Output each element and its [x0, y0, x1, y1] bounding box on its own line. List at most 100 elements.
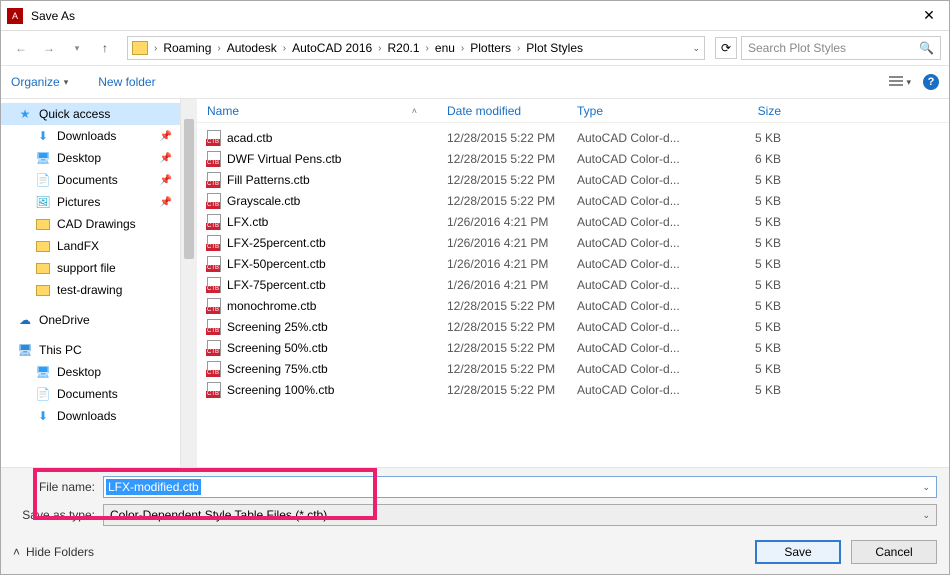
- pc-icon: 🖥: [17, 342, 33, 358]
- desktop-icon: 🖥: [35, 150, 51, 166]
- sidebar-item-documents-pc[interactable]: 📄Documents: [1, 383, 180, 405]
- search-input[interactable]: Search Plot Styles 🔍: [741, 36, 941, 60]
- file-name: acad.ctb: [227, 131, 272, 145]
- file-row[interactable]: Fill Patterns.ctb12/28/2015 5:22 PMAutoC…: [197, 169, 949, 190]
- ctb-file-icon: [207, 298, 221, 314]
- sidebar-item-downloads-pc[interactable]: ⬇Downloads: [1, 405, 180, 427]
- file-row[interactable]: acad.ctb12/28/2015 5:22 PMAutoCAD Color-…: [197, 127, 949, 148]
- file-row[interactable]: LFX.ctb1/26/2016 4:21 PMAutoCAD Color-d.…: [197, 211, 949, 232]
- cancel-button[interactable]: Cancel: [851, 540, 937, 564]
- refresh-button[interactable]: ⟳: [715, 37, 737, 59]
- file-size: 5 KB: [717, 131, 797, 145]
- file-date: 1/26/2016 4:21 PM: [447, 215, 577, 229]
- column-header-size[interactable]: Size: [717, 104, 797, 118]
- sidebar-scrollbar[interactable]: [181, 99, 197, 467]
- file-row[interactable]: Screening 100%.ctb12/28/2015 5:22 PMAuto…: [197, 379, 949, 400]
- save-button[interactable]: Save: [755, 540, 841, 564]
- file-size: 5 KB: [717, 341, 797, 355]
- save-type-select[interactable]: Color-Dependent Style Table Files (*.ctb…: [103, 504, 937, 526]
- recent-dropdown[interactable]: ▾: [65, 36, 89, 60]
- file-type: AutoCAD Color-d...: [577, 362, 717, 376]
- sidebar-item-pictures[interactable]: 🖼Pictures📌: [1, 191, 180, 213]
- sidebar-item-cad-drawings[interactable]: CAD Drawings: [1, 213, 180, 235]
- file-type: AutoCAD Color-d...: [577, 131, 717, 145]
- view-button[interactable]: ▾: [888, 75, 911, 89]
- breadcrumb-item[interactable]: Roaming: [163, 41, 211, 55]
- sidebar-item-support-file[interactable]: support file: [1, 257, 180, 279]
- address-dropdown-icon[interactable]: ⌄: [692, 43, 700, 54]
- navigation-sidebar: ★Quick access ⬇Downloads📌 🖥Desktop📌 📄Doc…: [1, 99, 181, 467]
- file-type: AutoCAD Color-d...: [577, 236, 717, 250]
- column-header-type[interactable]: Type: [577, 104, 717, 118]
- file-row[interactable]: LFX-75percent.ctb1/26/2016 4:21 PMAutoCA…: [197, 274, 949, 295]
- organize-button[interactable]: Organize▾: [11, 75, 68, 89]
- file-list: acad.ctb12/28/2015 5:22 PMAutoCAD Color-…: [197, 123, 949, 467]
- breadcrumb-item[interactable]: R20.1: [388, 41, 420, 55]
- desktop-icon: 🖥: [35, 364, 51, 380]
- breadcrumb-item[interactable]: enu: [435, 41, 455, 55]
- sidebar-item-test-drawing[interactable]: test-drawing: [1, 279, 180, 301]
- file-row[interactable]: monochrome.ctb12/28/2015 5:22 PMAutoCAD …: [197, 295, 949, 316]
- folder-icon: [35, 238, 51, 254]
- sidebar-item-this-pc[interactable]: 🖥This PC: [1, 339, 180, 361]
- file-row[interactable]: Screening 25%.ctb12/28/2015 5:22 PMAutoC…: [197, 316, 949, 337]
- ctb-file-icon: [207, 277, 221, 293]
- file-size: 5 KB: [717, 320, 797, 334]
- star-icon: ★: [17, 106, 33, 122]
- sidebar-item-onedrive[interactable]: ☁OneDrive: [1, 309, 180, 331]
- sidebar-item-label: support file: [57, 261, 116, 275]
- chevron-right-icon: ›: [279, 43, 290, 54]
- chevron-up-icon: ˄: [13, 545, 20, 559]
- file-size: 5 KB: [717, 299, 797, 313]
- sidebar-item-label: Documents: [57, 173, 118, 187]
- file-row[interactable]: Screening 75%.ctb12/28/2015 5:22 PMAutoC…: [197, 358, 949, 379]
- sidebar-item-quick-access[interactable]: ★Quick access: [1, 103, 180, 125]
- file-size: 5 KB: [717, 278, 797, 292]
- close-button[interactable]: ✕: [909, 1, 949, 31]
- downloads-icon: ⬇: [35, 128, 51, 144]
- chevron-down-icon[interactable]: ⌄: [922, 482, 930, 493]
- file-row[interactable]: Grayscale.ctb12/28/2015 5:22 PMAutoCAD C…: [197, 190, 949, 211]
- forward-button[interactable]: →: [37, 36, 61, 60]
- file-size: 5 KB: [717, 236, 797, 250]
- file-row[interactable]: Screening 50%.ctb12/28/2015 5:22 PMAutoC…: [197, 337, 949, 358]
- sidebar-item-label: Desktop: [57, 365, 101, 379]
- column-header-name[interactable]: Name˄: [197, 104, 447, 118]
- file-row[interactable]: DWF Virtual Pens.ctb12/28/2015 5:22 PMAu…: [197, 148, 949, 169]
- breadcrumb-item[interactable]: AutoCAD 2016: [292, 41, 372, 55]
- filename-label: File name:: [13, 480, 103, 494]
- save-type-label: Save as type:: [13, 508, 103, 522]
- filename-input[interactable]: LFX-modified.ctb ⌄: [103, 476, 937, 498]
- file-date: 12/28/2015 5:22 PM: [447, 299, 577, 313]
- sidebar-item-desktop[interactable]: 🖥Desktop📌: [1, 147, 180, 169]
- new-folder-button[interactable]: New folder: [98, 75, 155, 89]
- breadcrumb-item[interactable]: Plot Styles: [526, 41, 583, 55]
- sidebar-item-landfx[interactable]: LandFX: [1, 235, 180, 257]
- column-header-date[interactable]: Date modified: [447, 104, 577, 118]
- pin-icon: 📌: [160, 197, 172, 208]
- sidebar-item-downloads[interactable]: ⬇Downloads📌: [1, 125, 180, 147]
- up-button[interactable]: ↑: [93, 36, 117, 60]
- sidebar-item-documents[interactable]: 📄Documents📌: [1, 169, 180, 191]
- file-size: 6 KB: [717, 152, 797, 166]
- file-size: 5 KB: [717, 173, 797, 187]
- back-button[interactable]: ←: [9, 36, 33, 60]
- breadcrumb-item[interactable]: Plotters: [470, 41, 511, 55]
- address-bar[interactable]: › Roaming › Autodesk › AutoCAD 2016 › R2…: [127, 36, 705, 60]
- chevron-right-icon: ›: [422, 43, 433, 54]
- file-row[interactable]: LFX-50percent.ctb1/26/2016 4:21 PMAutoCA…: [197, 253, 949, 274]
- sidebar-item-desktop-pc[interactable]: 🖥 Desktop: [1, 361, 180, 383]
- file-name: DWF Virtual Pens.ctb: [227, 152, 341, 166]
- file-date: 12/28/2015 5:22 PM: [447, 341, 577, 355]
- pin-icon: 📌: [160, 131, 172, 142]
- file-name: Screening 25%.ctb: [227, 320, 328, 334]
- file-date: 1/26/2016 4:21 PM: [447, 257, 577, 271]
- folder-icon: [35, 216, 51, 232]
- file-name: Fill Patterns.ctb: [227, 173, 310, 187]
- breadcrumb-item[interactable]: Autodesk: [227, 41, 277, 55]
- ctb-file-icon: [207, 214, 221, 230]
- file-row[interactable]: LFX-25percent.ctb1/26/2016 4:21 PMAutoCA…: [197, 232, 949, 253]
- help-button[interactable]: ?: [923, 74, 939, 90]
- file-size: 5 KB: [717, 215, 797, 229]
- hide-folders-button[interactable]: ˄Hide Folders: [13, 545, 94, 559]
